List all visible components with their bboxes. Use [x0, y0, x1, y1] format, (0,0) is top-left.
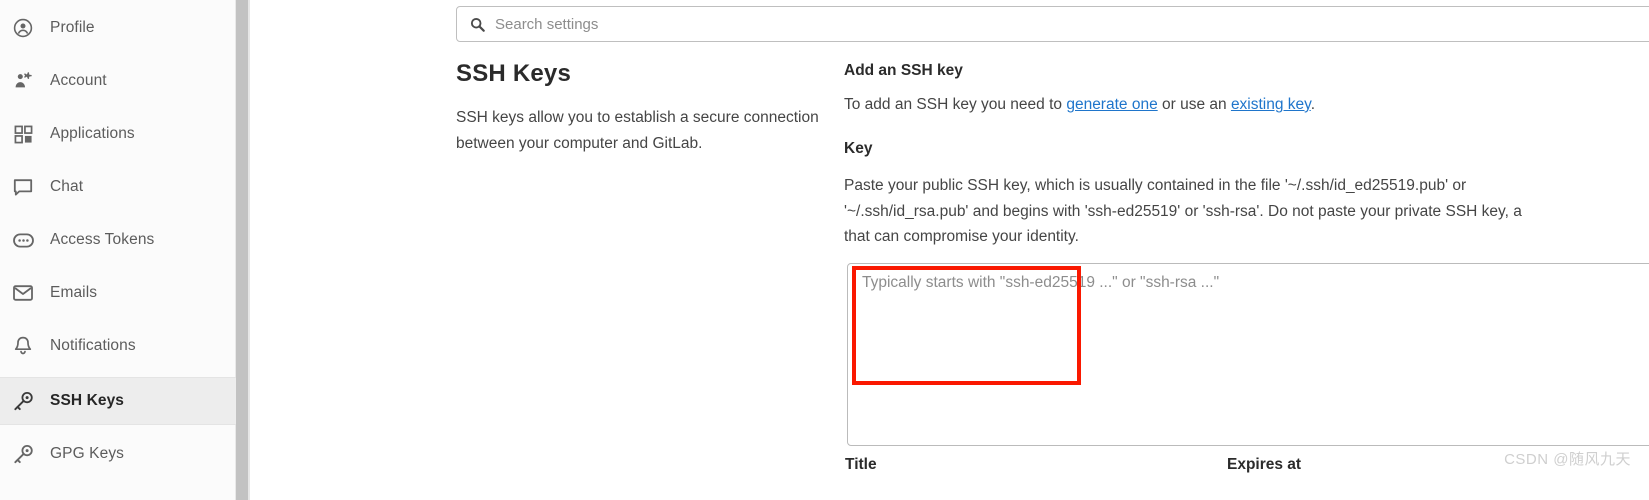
instructions-text-part-2: or use an	[1157, 96, 1231, 113]
sidebar-item-chat[interactable]: Chat	[0, 163, 236, 211]
key-help-line-3: that can compromise your identity.	[844, 228, 1079, 245]
key-icon	[12, 390, 34, 412]
settings-sidebar: Profile Account Applications Chat Access Tok…	[0, 0, 236, 500]
settings-main-content: Search settings SSH Keys SSH keys allow …	[250, 0, 1649, 500]
sidebar-item-label: Profile	[50, 19, 95, 36]
sidebar-item-label: Chat	[50, 178, 84, 195]
csdn-watermark: CSDN @随风九天	[1504, 451, 1631, 468]
instructions-text-part-3: .	[1310, 96, 1316, 113]
sidebar-item-label: GPG Keys	[50, 445, 125, 462]
sidebar-item-label: SSH Keys	[50, 392, 125, 409]
instructions-text-part-1: To add an SSH key you need to	[844, 96, 1067, 113]
sidebar-item-label: Applications	[50, 125, 135, 142]
grid-icon	[12, 123, 34, 145]
key-field-help-text: Paste your public SSH key, which is usua…	[844, 173, 1649, 250]
sidebar-item-account[interactable]: Account	[0, 57, 236, 105]
sidebar-item-label: Emails	[50, 284, 98, 301]
existing-key-link[interactable]: existing key	[1231, 96, 1311, 113]
search-placeholder-text: Search settings	[495, 15, 599, 33]
sidebar-item-emails[interactable]: Emails	[0, 269, 236, 317]
ssh-key-textarea[interactable]: Typically starts with "ssh-ed25519 ..." …	[847, 263, 1649, 446]
add-ssh-key-heading: Add an SSH key	[844, 62, 963, 79]
bell-icon	[12, 335, 34, 357]
search-icon	[469, 16, 485, 32]
ssh-key-textarea-placeholder: Typically starts with "ssh-ed25519 ..." …	[862, 274, 1220, 291]
table-header-title: Title	[845, 456, 877, 473]
page-title: SSH Keys	[456, 60, 571, 87]
key-icon	[12, 443, 34, 465]
user-gear-icon	[12, 70, 34, 92]
sidebar-item-label: Access Tokens	[50, 231, 155, 248]
page-description: SSH keys allow you to establish a secure…	[456, 109, 819, 152]
sidebar-item-ssh-keys[interactable]: SSH Keys	[0, 377, 236, 425]
sidebar-item-profile[interactable]: Profile	[0, 4, 236, 52]
sidebar-item-label: Notifications	[50, 337, 136, 354]
key-help-line-2: '~/.ssh/id_rsa.pub' and begins with 'ssh…	[844, 202, 1522, 220]
add-ssh-key-instructions: To add an SSH key you need to generate o…	[844, 96, 1315, 114]
search-input[interactable]: Search settings	[456, 6, 1649, 42]
sidebar-item-gpg-keys[interactable]: GPG Keys	[0, 430, 236, 478]
sidebar-item-notifications[interactable]: Notifications	[0, 322, 236, 370]
sidebar-item-label: Account	[50, 72, 107, 89]
sidebar-item-access-tokens[interactable]: Access Tokens	[0, 216, 236, 264]
envelope-icon	[12, 282, 34, 304]
key-help-line-1: Paste your public SSH key, which is usua…	[844, 177, 1467, 194]
table-header-expires-at: Expires at	[1227, 456, 1302, 473]
token-icon	[12, 229, 34, 251]
comment-icon	[12, 176, 34, 198]
generate-one-link[interactable]: generate one	[1066, 96, 1157, 113]
user-circle-icon	[12, 17, 34, 39]
key-field-label: Key	[844, 140, 873, 157]
sidebar-scrollbar-thumb[interactable]	[236, 0, 248, 500]
sidebar-item-applications[interactable]: Applications	[0, 110, 236, 158]
